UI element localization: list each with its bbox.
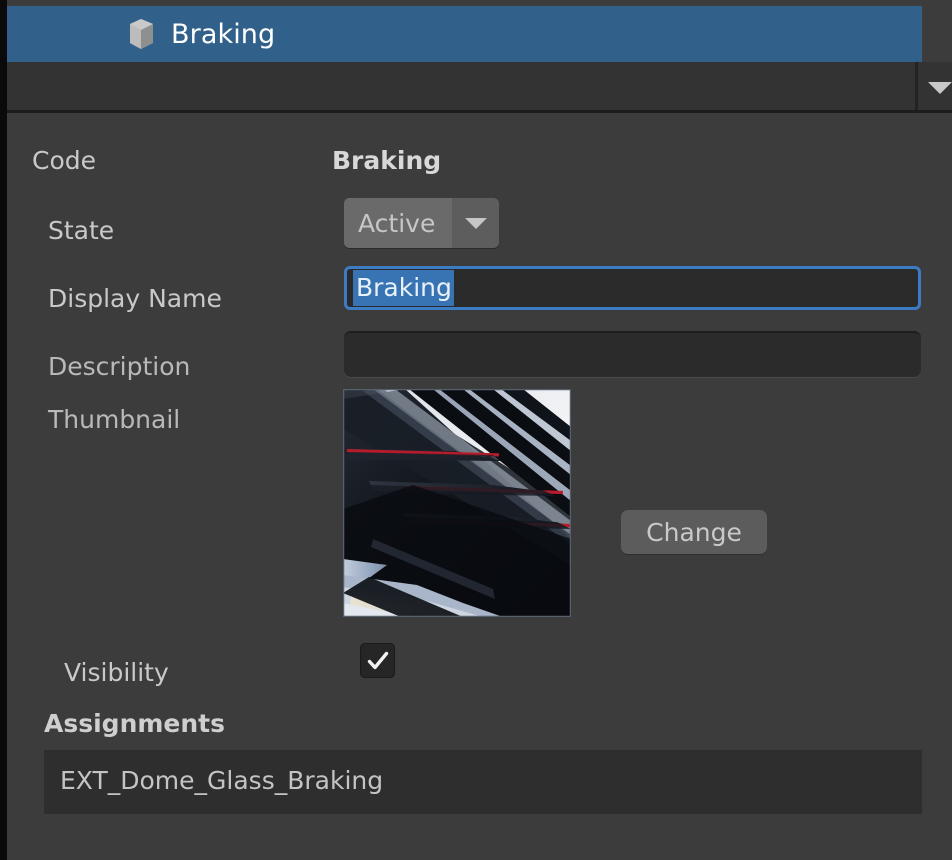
visibility-label: Visibility	[64, 660, 169, 685]
list-item[interactable]: EXT_Dome_Glass_Braking	[60, 768, 383, 793]
field-row-visibility: Visibility	[7, 650, 952, 694]
thumbnail-label: Thumbnail	[48, 407, 180, 432]
window-title: Braking	[171, 21, 275, 48]
cube-icon	[126, 18, 156, 50]
inspector-panel: Braking Code Braking State Active Displa…	[0, 0, 952, 860]
thumbnail-artwork	[343, 389, 571, 617]
thumbnail-image[interactable]	[343, 389, 571, 617]
toolbar-divider	[915, 62, 918, 110]
display-name-selected-text[interactable]: Braking	[353, 270, 454, 306]
code-label: Code	[32, 148, 96, 173]
description-label: Description	[48, 354, 190, 379]
assignments-header: Assignments	[44, 711, 225, 736]
display-name-label: Display Name	[48, 286, 222, 311]
field-row-code: Code Braking	[7, 138, 952, 182]
description-input[interactable]	[344, 331, 921, 377]
display-name-input[interactable]: Braking	[344, 266, 921, 310]
window-titlebar: Braking	[7, 6, 922, 62]
chevron-down-icon	[465, 218, 487, 229]
checkmark-icon	[366, 649, 390, 673]
panel-toolbar	[7, 62, 952, 110]
code-value: Braking	[332, 148, 441, 173]
state-label: State	[48, 218, 114, 243]
assignments-list[interactable]: EXT_Dome_Glass_Braking	[44, 750, 922, 814]
state-dropdown-arrow[interactable]	[452, 198, 499, 248]
visibility-checkbox[interactable]	[360, 643, 395, 678]
form-body: Code Braking State Active Display Name B…	[7, 113, 952, 860]
change-thumbnail-button[interactable]: Change	[621, 510, 767, 554]
state-dropdown[interactable]: Active	[344, 198, 499, 248]
state-dropdown-value[interactable]: Active	[344, 198, 452, 248]
chevron-down-icon[interactable]	[928, 82, 952, 94]
